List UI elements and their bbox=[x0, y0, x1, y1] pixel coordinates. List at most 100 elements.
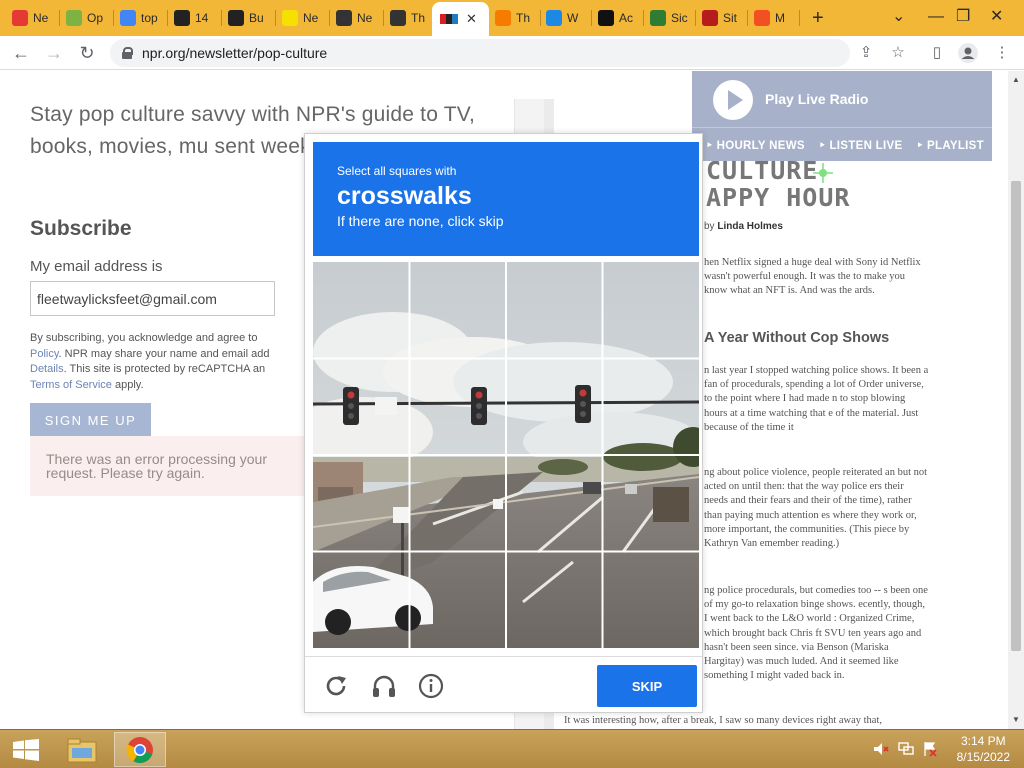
captcha-tile[interactable] bbox=[410, 455, 507, 552]
reload-button[interactable]: ↻ bbox=[76, 42, 98, 64]
browser-tab[interactable]: top bbox=[116, 4, 158, 32]
system-clock[interactable]: 3:14 PM 8/15/2022 bbox=[957, 733, 1010, 765]
captcha-tile[interactable] bbox=[506, 455, 603, 552]
article-paragraph-5: It was interesting how, after a break, I… bbox=[564, 715, 883, 726]
captcha-footer: SKIP bbox=[305, 656, 702, 712]
chrome-taskbar-button[interactable] bbox=[114, 732, 166, 767]
forward-button[interactable]: → bbox=[43, 42, 65, 64]
newsletter-logo-line-2: APPY HOUR bbox=[706, 183, 851, 212]
play-icon[interactable] bbox=[713, 80, 753, 120]
speaker-muted-icon[interactable] bbox=[873, 741, 889, 757]
tab-title: M bbox=[775, 11, 785, 25]
v-red-icon bbox=[702, 10, 718, 26]
article-paragraph-4: ng police procedurals, but comedies too … bbox=[704, 585, 928, 682]
minimize-button[interactable]: — bbox=[928, 8, 944, 26]
sign-me-up-button[interactable]: SIGN ME UP bbox=[30, 403, 151, 437]
captcha-image-grid bbox=[313, 262, 699, 648]
bookmark-star-icon[interactable]: ☆ bbox=[888, 43, 908, 63]
captcha-instruction: Select all squares with bbox=[337, 164, 457, 178]
colorwheel-icon bbox=[66, 10, 82, 26]
browser-tab[interactable]: Sic bbox=[646, 4, 688, 32]
email-field[interactable] bbox=[30, 281, 275, 316]
terms-of-service-link[interactable]: Terms of Service bbox=[30, 379, 112, 391]
captcha-tile[interactable] bbox=[410, 552, 507, 649]
dark-square-icon bbox=[598, 10, 614, 26]
byline-author: Linda Holmes bbox=[717, 221, 783, 232]
privacy-policy-link[interactable]: Policy bbox=[30, 348, 59, 360]
browser-tab[interactable]: Ne bbox=[332, 4, 374, 32]
stack-icon bbox=[174, 10, 190, 26]
browser-tab[interactable]: Ne bbox=[8, 4, 50, 32]
captcha-tile[interactable] bbox=[603, 552, 700, 649]
orange-circle-icon bbox=[495, 10, 511, 26]
address-bar[interactable]: npr.org/newsletter/pop-culture bbox=[110, 39, 850, 67]
scrollbar-thumb[interactable] bbox=[1011, 181, 1021, 651]
back-button[interactable]: ← bbox=[10, 42, 32, 64]
byline: by Linda Holmes bbox=[704, 221, 783, 232]
share-icon[interactable]: ⇪ bbox=[856, 43, 876, 63]
browser-tab[interactable]: M bbox=[750, 4, 792, 32]
tab-title: Ne bbox=[357, 11, 373, 25]
tab-title: Op bbox=[87, 11, 104, 25]
tab-title: 14 bbox=[195, 11, 209, 25]
captcha-tile[interactable] bbox=[603, 359, 700, 456]
browser-tab[interactable]: Bu bbox=[224, 4, 266, 32]
profile-avatar-icon[interactable] bbox=[958, 43, 978, 63]
menu-kebab-icon[interactable]: ⋮ bbox=[992, 43, 1012, 63]
browser-tab[interactable]: Ac bbox=[594, 4, 636, 32]
playlist-label: PLAYLIST bbox=[927, 139, 984, 152]
side-panel-icon[interactable]: ▯ bbox=[927, 43, 947, 63]
captcha-tile[interactable] bbox=[313, 262, 410, 359]
browser-tab[interactable]: Th bbox=[386, 4, 428, 32]
tab-strip: Ne Op top 14 Bu Ne Ne Th ✕ Th W Ac Sic Sit M + ⌄ — ❐… bbox=[0, 0, 1024, 36]
captcha-tile[interactable] bbox=[410, 262, 507, 359]
action-center-flag-icon[interactable] bbox=[922, 741, 938, 757]
browser-tab[interactable]: Op bbox=[62, 4, 104, 32]
captcha-tile[interactable] bbox=[603, 455, 700, 552]
tab-active[interactable]: ✕ bbox=[432, 2, 489, 36]
green-face-icon bbox=[650, 10, 666, 26]
scroll-down-icon[interactable]: ▼ bbox=[1012, 715, 1020, 724]
tab-title: Ne bbox=[33, 11, 49, 25]
play-live-radio-label[interactable]: Play Live Radio bbox=[765, 91, 868, 107]
captcha-tile[interactable] bbox=[506, 262, 603, 359]
captcha-tile[interactable] bbox=[313, 552, 410, 649]
tab-separator bbox=[275, 10, 276, 26]
captcha-tile[interactable] bbox=[506, 359, 603, 456]
playlist-link[interactable]: ‣ PLAYLIST bbox=[916, 138, 984, 152]
network-icon[interactable] bbox=[898, 741, 914, 757]
restore-button[interactable]: ❐ bbox=[956, 8, 970, 26]
captcha-tile[interactable] bbox=[313, 359, 410, 456]
folder-icon bbox=[67, 738, 97, 762]
browser-tab[interactable]: W bbox=[542, 4, 584, 32]
new-tab-button[interactable]: + bbox=[812, 8, 824, 28]
browser-tab[interactable]: Sit bbox=[698, 4, 740, 32]
browser-tab[interactable]: Th bbox=[491, 4, 533, 32]
close-window-button[interactable]: ✕ bbox=[990, 8, 1003, 26]
start-button[interactable] bbox=[0, 732, 52, 767]
captcha-header: Select all squares with crosswalks If th… bbox=[313, 142, 699, 256]
captcha-tile[interactable] bbox=[313, 455, 410, 552]
tab-search-icon[interactable]: ⌄ bbox=[892, 8, 905, 26]
page-scrollbar[interactable]: ▲ ▼ bbox=[1008, 71, 1024, 729]
browser-tab[interactable]: Ne bbox=[278, 4, 320, 32]
captcha-tile[interactable] bbox=[410, 359, 507, 456]
listen-live-link[interactable]: ‣ LISTEN LIVE bbox=[819, 138, 903, 152]
browser-tab[interactable]: 14 bbox=[170, 4, 212, 32]
article-heading: A Year Without Cop Shows bbox=[704, 330, 890, 346]
tab-separator bbox=[540, 10, 541, 26]
article-paragraph-2: n last year I stopped watching police sh… bbox=[704, 365, 929, 433]
tab-close-icon[interactable]: ✕ bbox=[466, 11, 477, 27]
mask-icon bbox=[390, 10, 406, 26]
details-link[interactable]: Details bbox=[30, 363, 64, 375]
file-explorer-button[interactable] bbox=[56, 732, 108, 767]
captcha-tile[interactable] bbox=[603, 262, 700, 359]
headphones-icon[interactable] bbox=[371, 673, 397, 699]
info-icon[interactable] bbox=[418, 673, 444, 699]
reload-icon[interactable] bbox=[323, 673, 349, 699]
captcha-tile[interactable] bbox=[506, 552, 603, 649]
google-icon bbox=[120, 10, 136, 26]
skip-button[interactable]: SKIP bbox=[597, 665, 697, 707]
scroll-up-icon[interactable]: ▲ bbox=[1012, 75, 1020, 84]
hourly-news-link[interactable]: ‣ HOURLY NEWS bbox=[706, 138, 805, 152]
